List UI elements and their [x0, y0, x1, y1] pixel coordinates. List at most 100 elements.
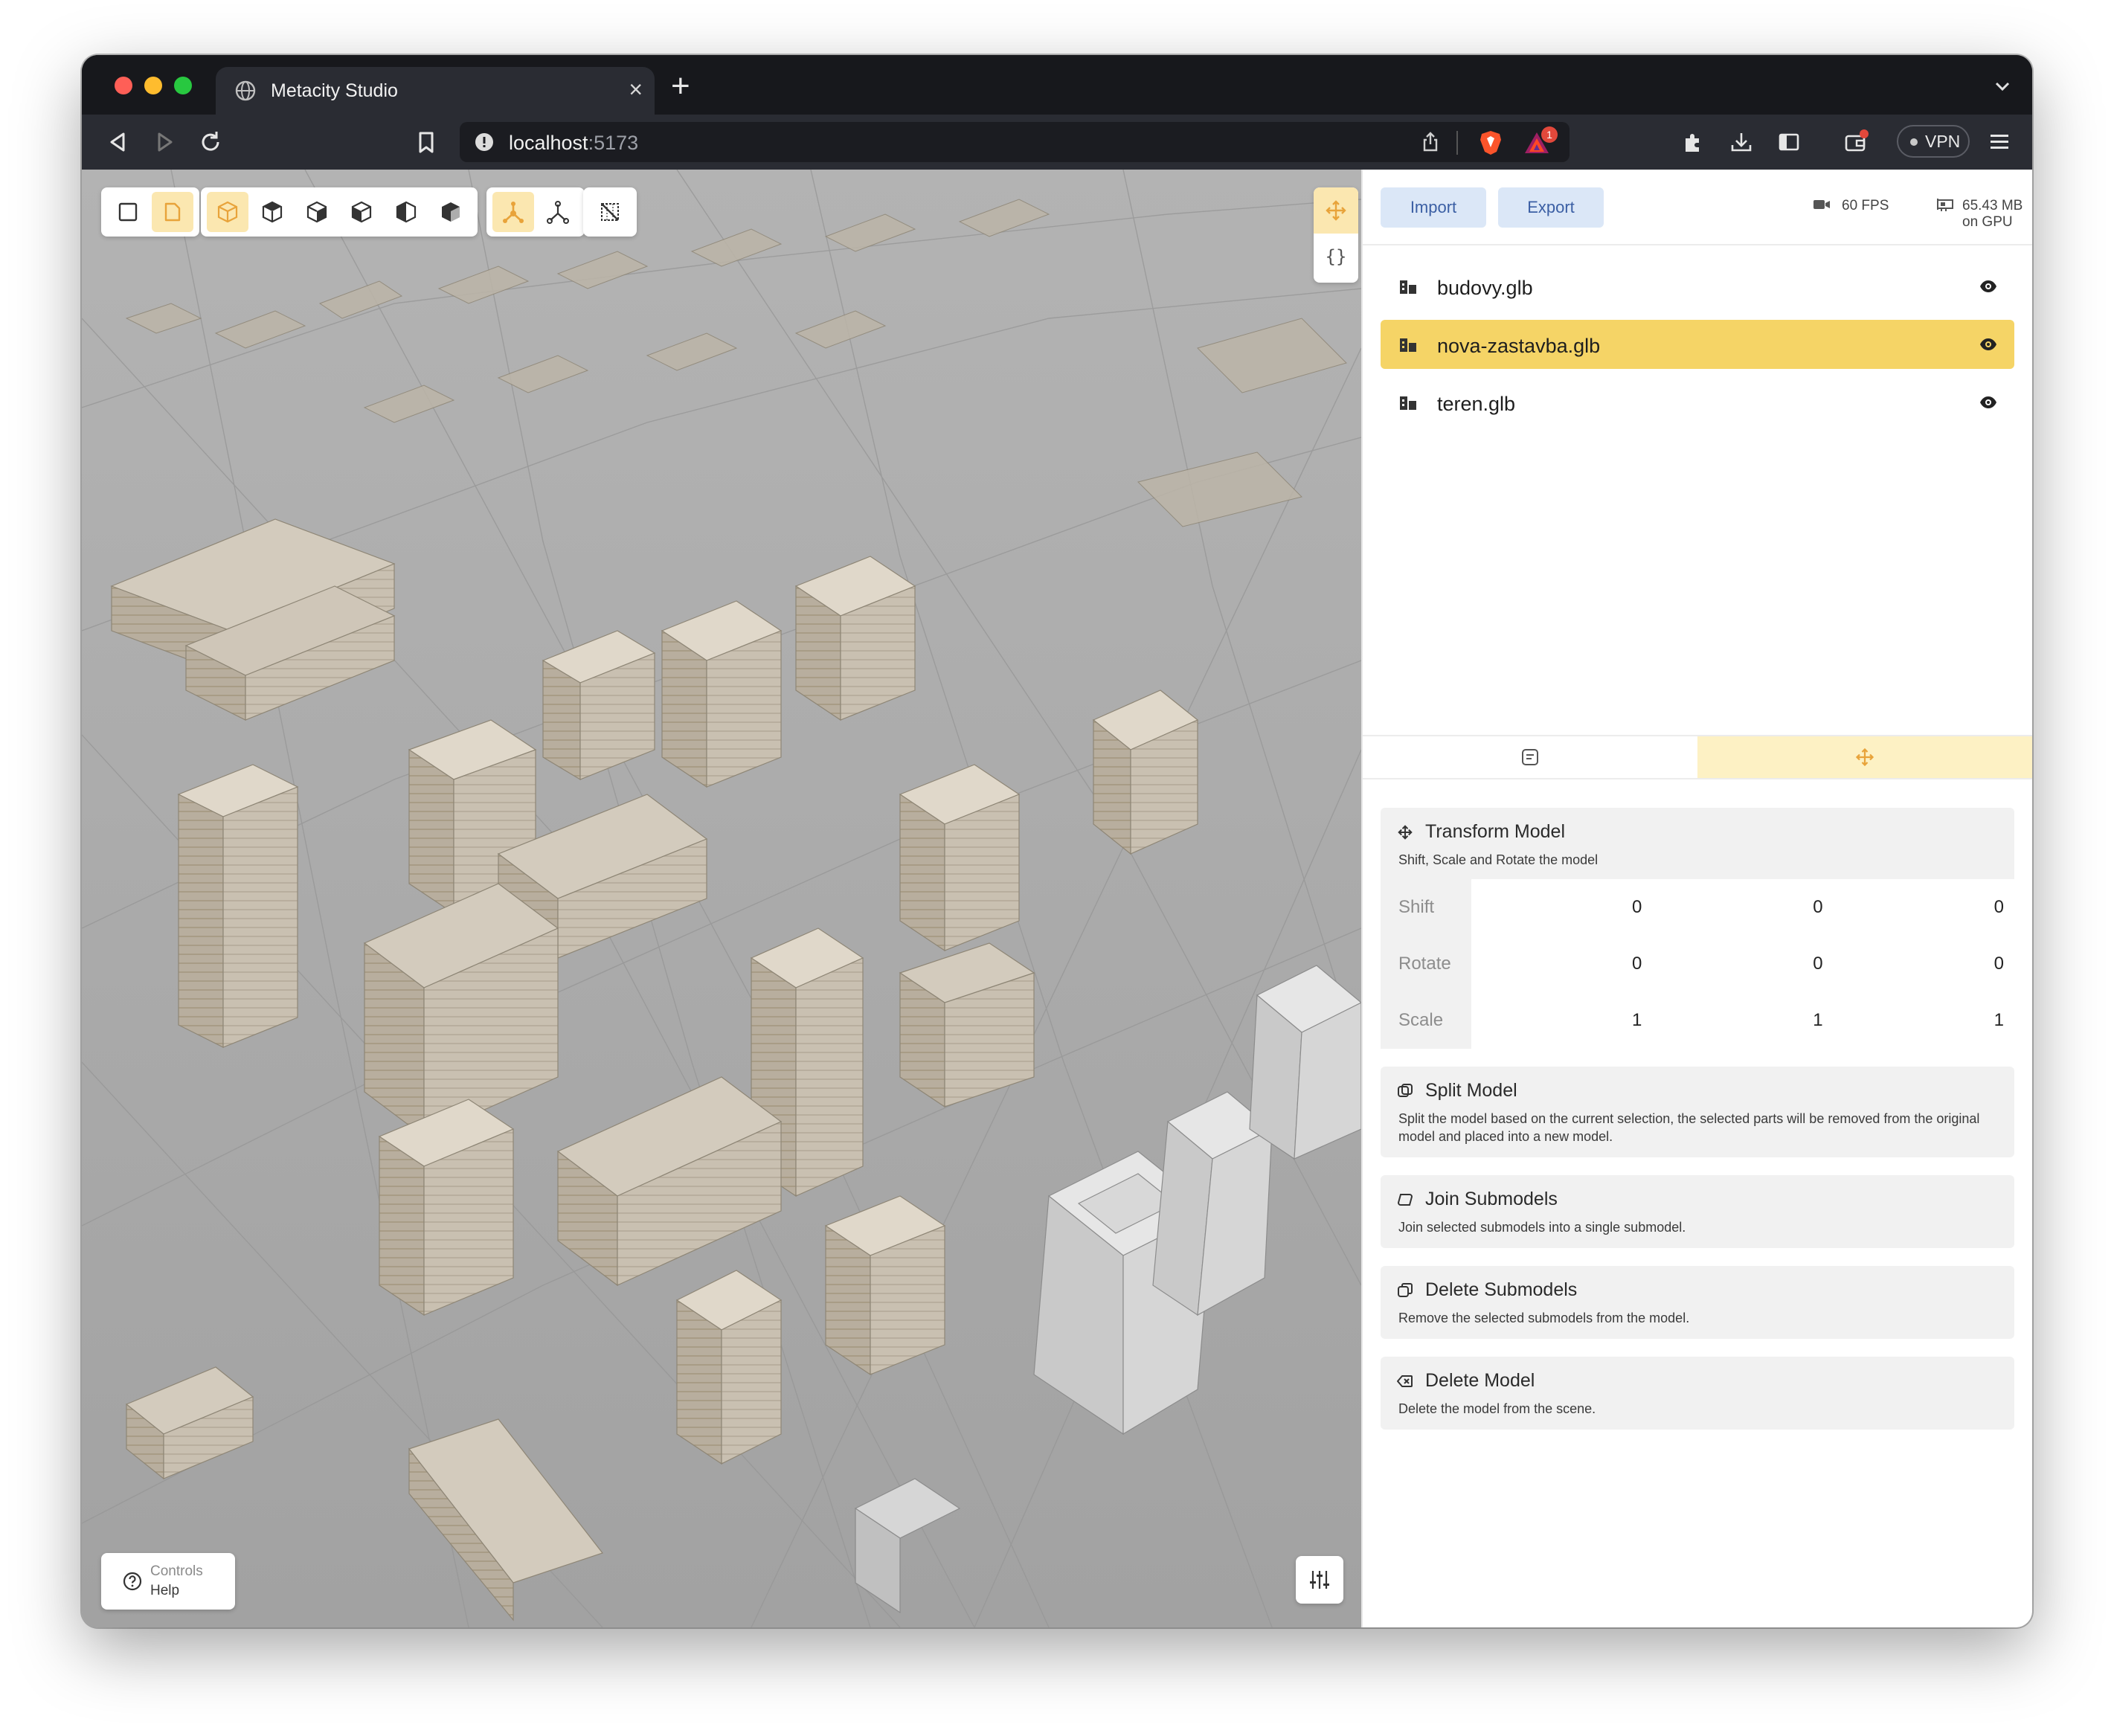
tab-metadata[interactable] — [1363, 736, 1697, 778]
scale-y-input[interactable]: 1 — [1652, 1010, 1833, 1031]
gizmo-outline-button[interactable] — [537, 192, 579, 232]
move-arrows-icon — [1398, 825, 1413, 840]
controls-help-button[interactable]: Controls Help — [101, 1553, 235, 1610]
buildings-icon — [1400, 338, 1416, 352]
card-description: Remove the selected submodels from the m… — [1398, 1311, 1690, 1325]
cube-half-icon — [396, 201, 417, 223]
backspace-icon — [1397, 1375, 1413, 1387]
square-icon — [118, 202, 138, 222]
zoom-window-button[interactable] — [174, 77, 192, 94]
delete-submodels-icon — [1398, 1283, 1413, 1297]
sliders-icon — [1310, 1571, 1329, 1589]
grid-toolbar — [583, 187, 637, 237]
cube-shaded-icon — [442, 202, 460, 222]
transform-gizmo-button[interactable] — [1314, 187, 1358, 234]
site-info-icon[interactable] — [475, 132, 494, 152]
card-description: Shift, Scale and Rotate the model — [1398, 852, 1599, 867]
delete-model-card[interactable]: Delete Model Delete the model from the s… — [1381, 1357, 2014, 1430]
eye-icon[interactable] — [1979, 394, 1998, 411]
view-settings-button[interactable] — [1296, 1556, 1343, 1604]
wallet-icon[interactable] — [1843, 129, 1869, 155]
render-mode-2-button[interactable] — [251, 192, 293, 232]
forward-icon[interactable] — [150, 128, 179, 156]
bookmark-icon[interactable] — [412, 128, 440, 156]
brave-shields-icon[interactable] — [1477, 129, 1504, 156]
shift-z-input[interactable]: 0 — [1834, 897, 2014, 918]
city-scene[interactable] — [82, 170, 1361, 1627]
model-item-nova-zastavba[interactable]: nova-zastavba.glb — [1381, 320, 2014, 369]
model-item-budovy[interactable]: budovy.glb — [1381, 262, 2014, 311]
render-mode-5-button[interactable] — [385, 192, 427, 232]
extensions-icon[interactable] — [1681, 129, 1706, 155]
minimize-window-button[interactable] — [144, 77, 162, 94]
transform-table: Shift 0 0 0 Rotate 0 0 0 Scale 1 1 1 — [1381, 879, 2014, 1049]
eye-icon[interactable] — [1979, 278, 1998, 295]
scale-x-input[interactable]: 1 — [1471, 1010, 1652, 1031]
rotate-y-input[interactable]: 0 — [1652, 954, 1833, 974]
card-description: Split the model based on the current sel… — [1398, 1111, 1980, 1144]
transform-model-header[interactable]: Transform Model — [1381, 808, 2014, 851]
rewards-button[interactable]: 1 — [1522, 126, 1558, 156]
braces-icon: {} — [1325, 246, 1347, 267]
share-icon[interactable] — [1419, 131, 1442, 153]
gpu-memory: 65.43 MB on GPU — [1962, 198, 2023, 230]
split-model-card[interactable]: Split Model Split the model based on the… — [1381, 1067, 2014, 1157]
new-tab-button[interactable]: + — [671, 70, 690, 103]
move-arrows-icon — [1855, 748, 1874, 767]
face-select-icon — [164, 202, 181, 222]
toggle-grid-button[interactable] — [589, 192, 631, 232]
tab-title: Metacity Studio — [271, 80, 398, 101]
reload-icon[interactable] — [196, 128, 225, 156]
hamburger-menu-icon[interactable] — [1988, 131, 2011, 153]
model-list: budovy.glb nova-zastavba.glb teren.glb — [1381, 262, 2014, 436]
close-window-button[interactable] — [115, 77, 132, 94]
eye-icon[interactable] — [1979, 336, 1998, 353]
controls-label: Controls — [150, 1563, 203, 1579]
rotate-x-input[interactable]: 0 — [1471, 954, 1652, 974]
sidebar-icon[interactable] — [1776, 129, 1802, 155]
cube-outline-icon — [217, 201, 238, 223]
delete-model-header[interactable]: Delete Model — [1381, 1357, 2014, 1400]
rotate-row: Rotate 0 0 0 — [1381, 936, 2014, 992]
vpn-label: VPN — [1925, 132, 1961, 151]
rotate-label: Rotate — [1381, 936, 1471, 992]
tab-close-icon[interactable]: × — [629, 77, 643, 101]
render-mode-4-button[interactable] — [341, 192, 382, 232]
import-button[interactable]: Import — [1381, 187, 1486, 228]
code-view-button[interactable]: {} — [1314, 234, 1358, 280]
back-icon[interactable] — [104, 128, 132, 156]
chevron-down-icon[interactable] — [1992, 76, 2013, 97]
address-bar[interactable]: localhost:5173 1 — [460, 122, 1570, 162]
gizmo-filled-button[interactable] — [492, 192, 534, 232]
rotate-z-input[interactable]: 0 — [1834, 954, 2014, 974]
help-label: Help — [150, 1583, 180, 1598]
vpn-button[interactable]: VPN — [1897, 125, 1970, 158]
split-model-header[interactable]: Split Model — [1381, 1067, 2014, 1110]
join-submodels-header[interactable]: Join Submodels — [1381, 1175, 2014, 1218]
tab-transform[interactable] — [1697, 736, 2032, 778]
scale-z-input[interactable]: 1 — [1834, 1010, 2014, 1031]
delete-submodels-card[interactable]: Delete Submodels Remove the selected sub… — [1381, 1266, 2014, 1339]
select-none-button[interactable] — [107, 192, 149, 232]
divider — [1456, 131, 1458, 155]
downloads-icon[interactable] — [1729, 129, 1754, 155]
shift-y-input[interactable]: 0 — [1652, 897, 1833, 918]
cube-front-icon — [351, 201, 372, 223]
gpu-icon — [1937, 199, 1953, 211]
render-mode-3-button[interactable] — [296, 192, 338, 232]
browser-tab[interactable]: Metacity Studio × — [216, 67, 655, 115]
3d-viewport[interactable]: {} Controls Help — [82, 170, 1361, 1627]
card-title: Transform Model — [1425, 821, 1566, 842]
shift-x-input[interactable]: 0 — [1471, 897, 1652, 918]
export-button[interactable]: Export — [1498, 187, 1604, 228]
url-text: localhost:5173 — [509, 132, 639, 154]
render-mode-6-button[interactable] — [430, 192, 472, 232]
select-face-button[interactable] — [152, 192, 193, 232]
model-item-teren[interactable]: teren.glb — [1381, 378, 2014, 427]
card-description: Join selected submodels into a single su… — [1398, 1220, 1686, 1235]
vpn-status-dot — [1910, 138, 1918, 146]
delete-submodels-header[interactable]: Delete Submodels — [1381, 1266, 2014, 1309]
render-mode-1-button[interactable] — [207, 192, 248, 232]
join-submodels-card[interactable]: Join Submodels Join selected submodels i… — [1381, 1175, 2014, 1248]
cube-top-icon — [262, 201, 283, 223]
